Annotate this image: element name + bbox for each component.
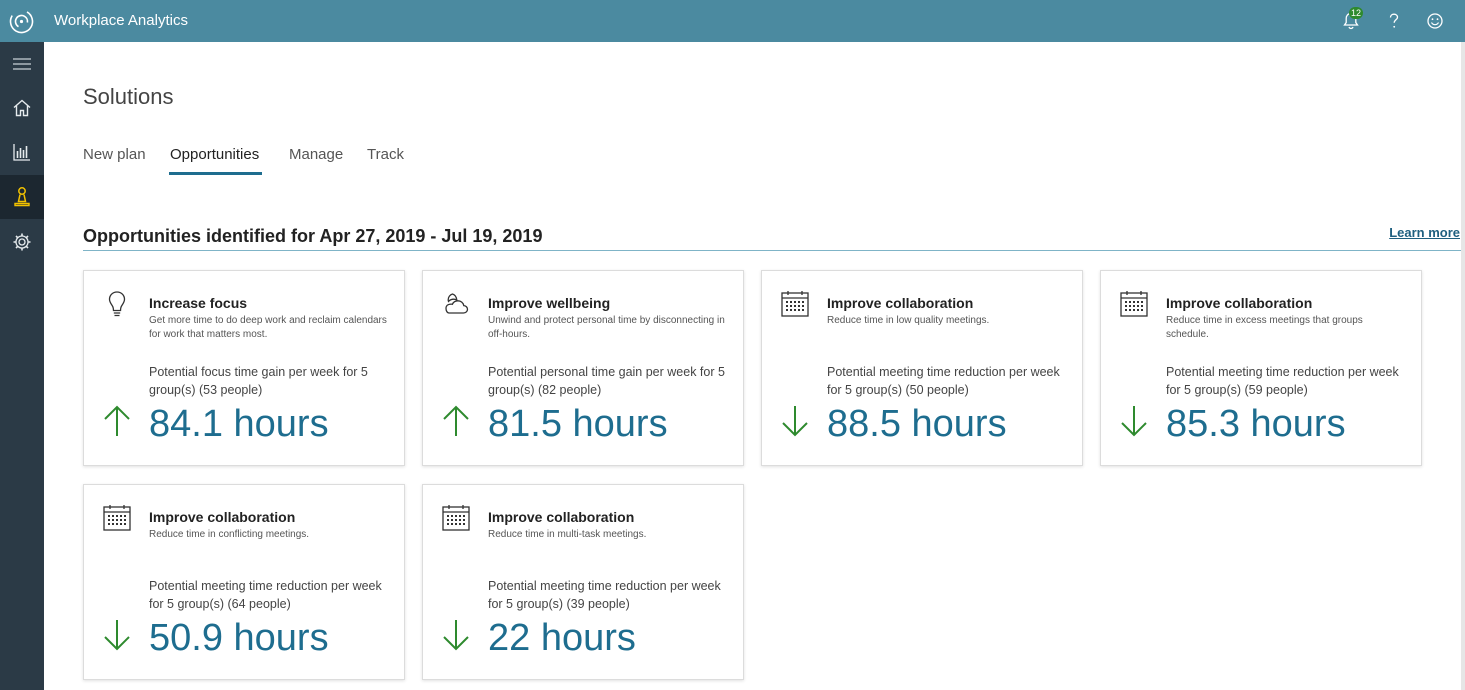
card-metric-label: Potential meeting time reduction per wee… xyxy=(149,579,382,611)
card-title: Increase focus xyxy=(149,295,248,311)
card-description: Get more time to do deep work and reclai… xyxy=(149,315,387,340)
section-divider xyxy=(83,250,1461,251)
page-title: Solutions xyxy=(83,84,174,109)
card-description: Reduce time in multi-task meetings. xyxy=(488,529,647,540)
card-value: 88.5 hours xyxy=(827,403,1007,445)
opportunity-card-conflicting-meetings[interactable]: Improve collaboration Reduce time in con… xyxy=(83,484,405,680)
side-nav xyxy=(0,42,44,690)
arrow-down-icon xyxy=(782,406,808,437)
opportunity-card-low-quality-meetings[interactable]: Improve collaboration Reduce time in low… xyxy=(761,270,1083,466)
card-metric-label: Potential meeting time reduction per wee… xyxy=(1166,365,1399,397)
card-title: Improve collaboration xyxy=(827,295,974,311)
card-metric-label: Potential meeting time reduction per wee… xyxy=(827,365,1060,397)
nav-home[interactable] xyxy=(0,86,44,130)
opportunity-card-improve-wellbeing[interactable]: Improve wellbeing Unwind and protect per… xyxy=(422,270,744,466)
tab-track[interactable]: Track xyxy=(367,146,404,163)
card-title: Improve collaboration xyxy=(149,509,296,525)
arrow-up-icon xyxy=(104,405,130,436)
hamburger-menu-icon xyxy=(13,58,31,70)
section-title: Opportunities identified for Apr 27, 201… xyxy=(83,226,543,246)
arrow-down-icon xyxy=(443,620,469,651)
nav-analysis[interactable] xyxy=(0,130,44,174)
home-icon xyxy=(13,99,31,117)
moon-cloud-icon xyxy=(445,293,469,314)
active-tab-indicator xyxy=(169,172,262,175)
bar-chart-icon xyxy=(13,144,30,161)
top-bar: Workplace Analytics 12 xyxy=(0,0,1465,42)
card-description: Reduce time in conflicting meetings. xyxy=(149,529,310,540)
card-description: Reduce time in low quality meetings. xyxy=(827,315,990,326)
help-button[interactable] xyxy=(1383,10,1405,32)
calendar-icon xyxy=(103,505,131,531)
gear-icon xyxy=(13,233,31,251)
card-value: 85.3 hours xyxy=(1166,403,1346,445)
card-description: Unwind and protect personal time by disc… xyxy=(488,315,725,340)
card-title: Improve collaboration xyxy=(1166,295,1313,311)
opportunity-card-multitask-meetings[interactable]: Improve collaboration Reduce time in mul… xyxy=(422,484,744,680)
card-metric-label: Potential focus time gain per week for 5… xyxy=(149,365,368,397)
card-description: Reduce time in excess meetings that grou… xyxy=(1166,315,1363,340)
tab-opportunities[interactable]: Opportunities xyxy=(170,146,259,163)
nav-menu-button[interactable] xyxy=(0,42,44,86)
card-title: Improve collaboration xyxy=(488,509,635,525)
calendar-icon xyxy=(442,505,470,531)
app-title: Workplace Analytics xyxy=(54,12,188,29)
notification-count-badge: 12 xyxy=(1349,7,1364,19)
nav-settings[interactable] xyxy=(0,220,44,264)
lightbulb-icon xyxy=(108,291,126,317)
notifications-button[interactable]: 12 xyxy=(1340,7,1364,32)
arrow-up-icon xyxy=(443,405,469,436)
smiley-feedback-icon xyxy=(1427,13,1443,29)
calendar-icon xyxy=(781,291,809,317)
card-value: 81.5 hours xyxy=(488,403,668,445)
help-icon xyxy=(1389,13,1399,28)
card-metric-label: Potential meeting time reduction per wee… xyxy=(488,579,721,611)
learn-more-link[interactable]: Learn more xyxy=(1389,225,1460,240)
tab-manage[interactable]: Manage xyxy=(289,146,343,163)
card-title: Improve wellbeing xyxy=(488,295,611,311)
app-logo-icon[interactable] xyxy=(8,8,35,35)
card-value: 50.9 hours xyxy=(149,617,329,659)
calendar-icon xyxy=(1120,291,1148,317)
card-metric-label: Potential personal time gain per week fo… xyxy=(488,365,725,397)
arrow-down-icon xyxy=(104,620,130,651)
feedback-button[interactable] xyxy=(1424,10,1446,32)
solutions-icon xyxy=(14,187,30,207)
card-value: 22 hours xyxy=(488,617,636,659)
scroll-edge xyxy=(1461,42,1465,690)
tab-new-plan[interactable]: New plan xyxy=(83,146,146,163)
opportunity-card-increase-focus[interactable]: Increase focus Get more time to do deep … xyxy=(83,270,405,466)
card-value: 84.1 hours xyxy=(149,403,329,445)
arrow-down-icon xyxy=(1121,406,1147,437)
opportunity-card-excess-meetings[interactable]: Improve collaboration Reduce time in exc… xyxy=(1100,270,1422,466)
nav-solutions[interactable] xyxy=(0,175,44,219)
